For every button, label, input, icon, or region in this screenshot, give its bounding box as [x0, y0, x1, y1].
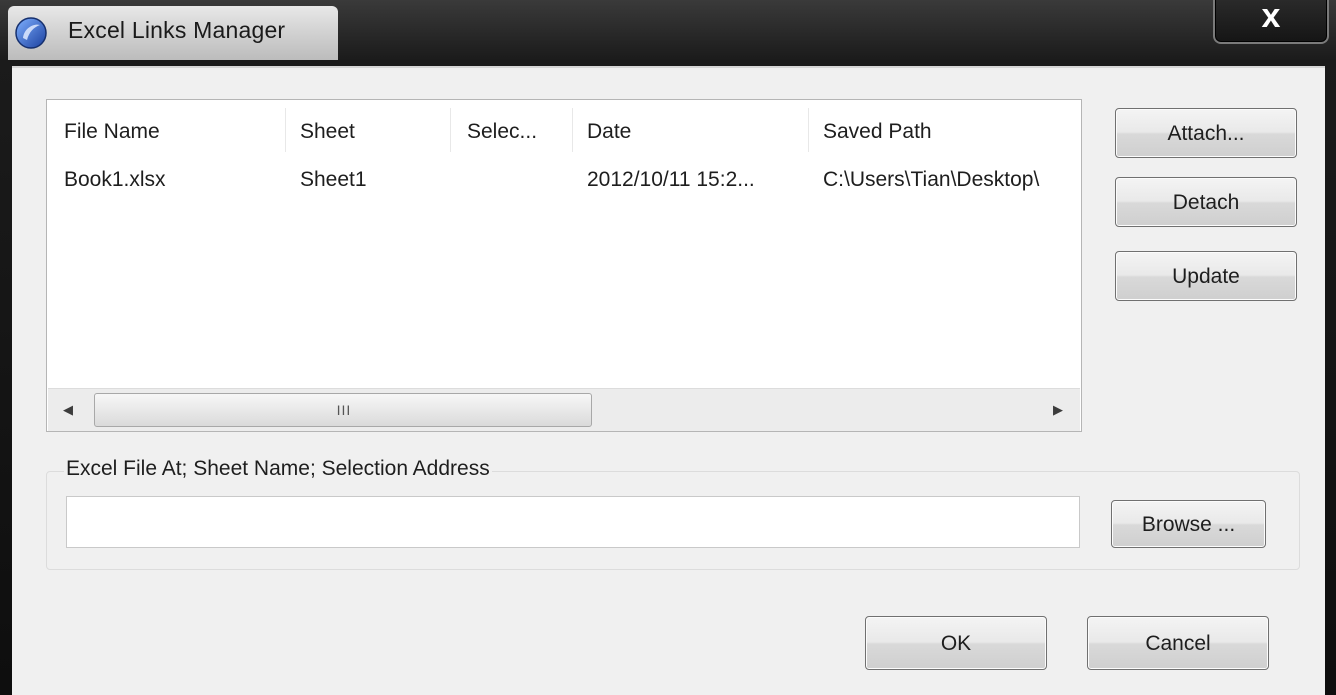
attach-button[interactable]: Attach...	[1115, 108, 1297, 158]
arrow-right-icon[interactable]: ▶	[1038, 389, 1078, 431]
column-header-saved-path[interactable]: Saved Path	[823, 100, 1079, 158]
close-icon: x	[1261, 0, 1281, 35]
browse-button[interactable]: Browse ...	[1111, 500, 1266, 548]
column-divider[interactable]	[572, 108, 573, 152]
cell-file-name: Book1.xlsx	[64, 168, 166, 191]
arrow-left-icon[interactable]: ◀	[48, 389, 88, 431]
column-header-file-name[interactable]: File Name	[64, 100, 274, 158]
window-title: Excel Links Manager	[68, 17, 286, 43]
file-address-input[interactable]	[66, 496, 1080, 548]
column-divider[interactable]	[450, 108, 451, 152]
cancel-button[interactable]: Cancel	[1087, 616, 1269, 670]
cell-selection	[467, 162, 567, 198]
file-address-label: Excel File At; Sheet Name; Selection Add…	[64, 455, 492, 483]
column-divider[interactable]	[285, 108, 286, 152]
scroll-thumb[interactable]: III	[94, 393, 592, 427]
update-button[interactable]: Update	[1115, 251, 1297, 301]
list-header: File Name Sheet Selec... Date Saved Path	[47, 100, 1081, 158]
cell-sheet: Sheet1	[300, 168, 367, 191]
cell-saved-path: C:\Users\Tian\Desktop\	[823, 168, 1040, 191]
app-logo-icon	[14, 16, 48, 50]
cell-date: 2012/10/11 15:2...	[587, 168, 755, 191]
column-header-date[interactable]: Date	[587, 100, 797, 158]
ok-button[interactable]: OK	[865, 616, 1047, 670]
column-divider[interactable]	[808, 108, 809, 152]
close-button[interactable]: x	[1213, 0, 1329, 44]
links-list-view[interactable]: File Name Sheet Selec... Date Saved Path…	[46, 99, 1082, 432]
column-header-selection[interactable]: Selec...	[467, 100, 567, 158]
column-header-sheet[interactable]: Sheet	[300, 100, 440, 158]
title-bar[interactable]: Excel Links Manager x	[0, 0, 1336, 66]
detach-button[interactable]: Detach	[1115, 177, 1297, 227]
horizontal-scrollbar[interactable]: ◀ III ▶	[48, 388, 1080, 431]
table-row[interactable]: Book1.xlsx Sheet1 2012/10/11 15:2... C:\…	[47, 162, 1081, 198]
dialog-body: File Name Sheet Selec... Date Saved Path…	[12, 66, 1325, 695]
scroll-grip: III	[336, 402, 352, 418]
dialog-window: Excel Links Manager x File Name Sheet Se…	[0, 0, 1336, 695]
